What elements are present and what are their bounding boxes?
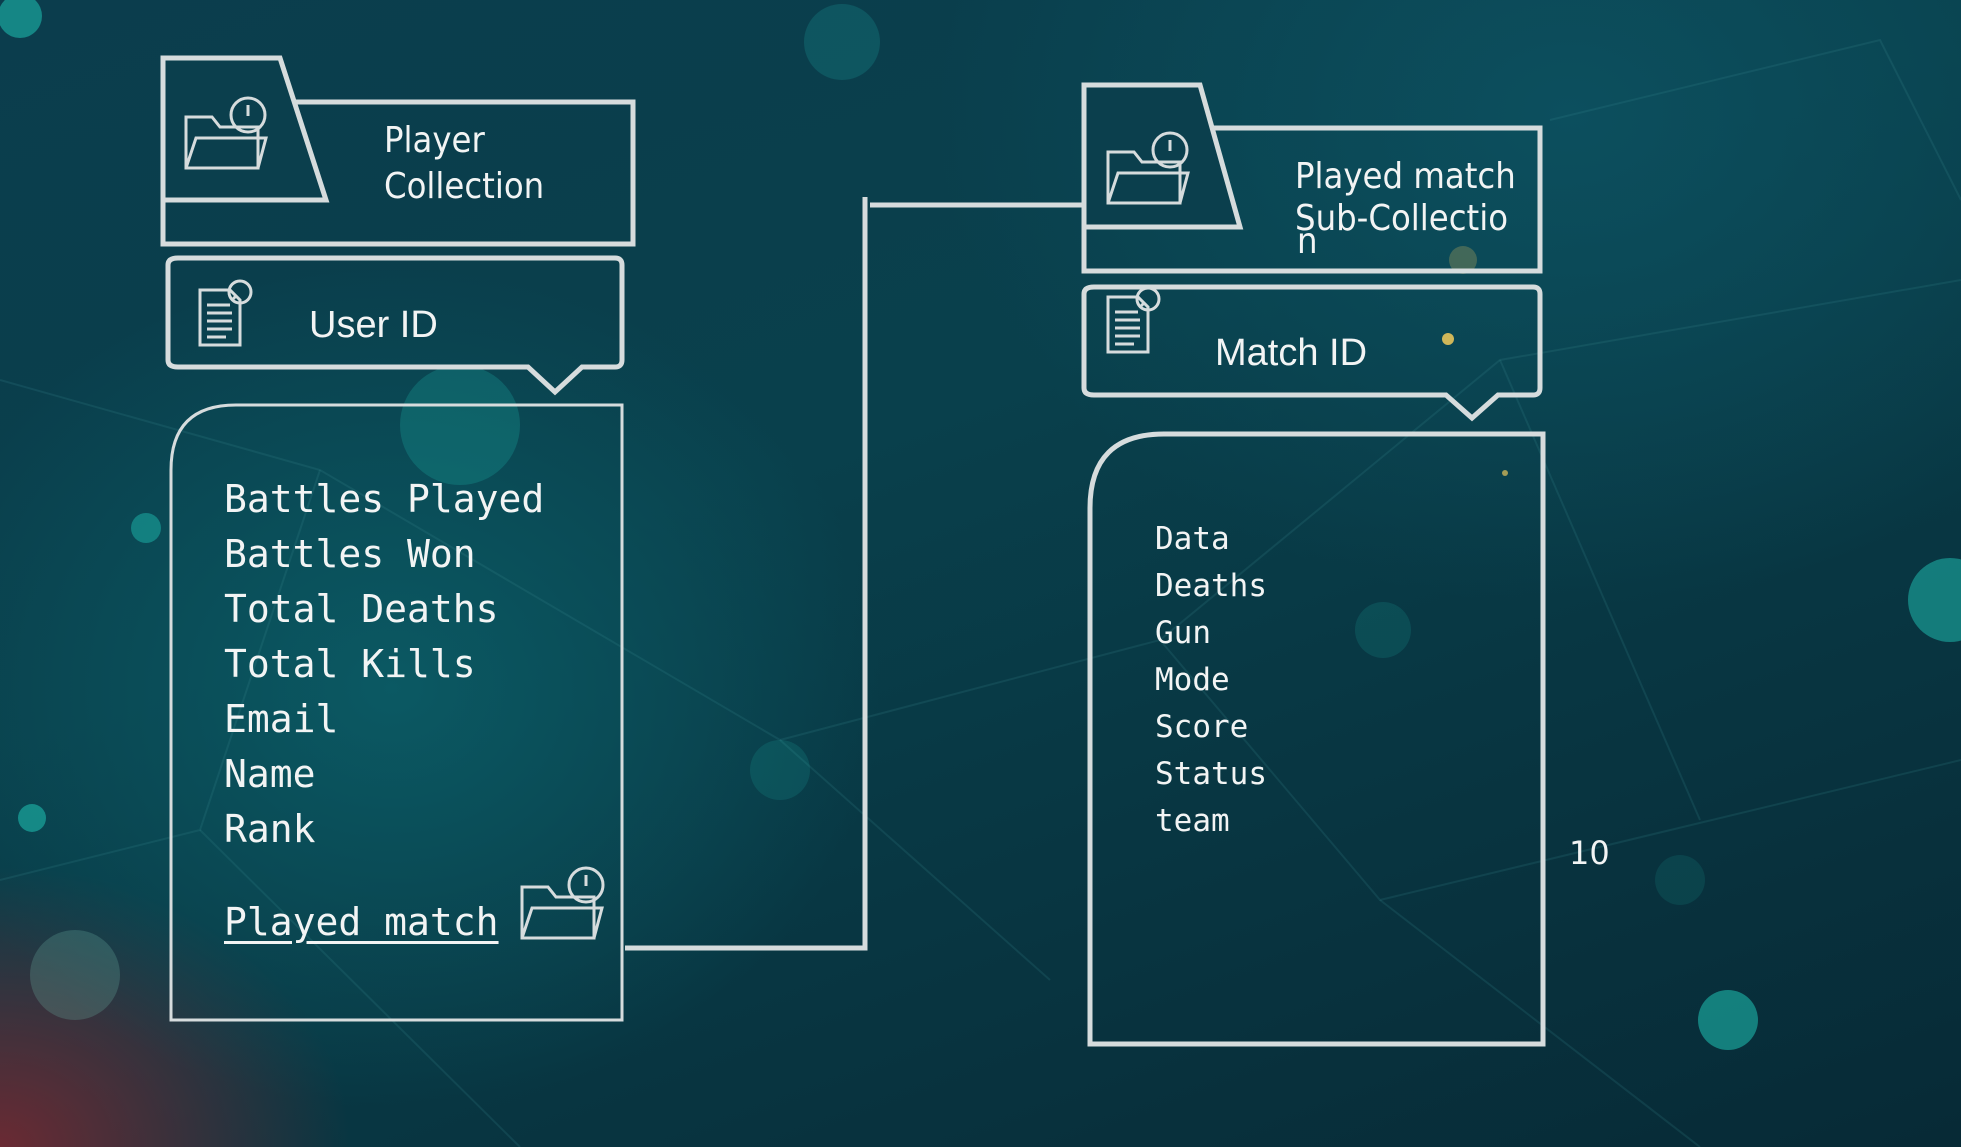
user-id-label: User ID xyxy=(309,304,438,346)
played-match-field-list: Data Deaths Gun Mode Score Status team xyxy=(1155,516,1267,845)
list-item: Gun xyxy=(1155,615,1211,651)
player-collection-title: Player Collection xyxy=(384,118,544,210)
subcollection-connector xyxy=(625,197,1082,951)
played-match-collection-title: Played match Sub-Collectio n xyxy=(1295,156,1516,260)
page-number: 10 xyxy=(1569,834,1610,872)
list-item: Battles Played xyxy=(224,477,545,521)
list-item: team xyxy=(1155,803,1230,839)
subcollection-folder-icon[interactable] xyxy=(520,866,605,940)
played-match-title-line1: Played match xyxy=(1295,156,1516,197)
played-match-title-line2: Sub-Collectio xyxy=(1295,198,1509,239)
player-field-list: Battles Played Battles Won Total Deaths … xyxy=(224,472,544,857)
list-item: Rank xyxy=(224,807,316,851)
list-item: Deaths xyxy=(1155,568,1267,604)
player-collection-title-line1: Player xyxy=(384,120,485,161)
player-collection-title-line2: Collection xyxy=(384,166,545,207)
list-item: Data xyxy=(1155,521,1230,557)
document-search-icon xyxy=(198,279,253,347)
list-item: Email xyxy=(224,697,339,741)
list-item: Score xyxy=(1155,709,1249,745)
document-search-icon xyxy=(1106,286,1161,354)
list-item: Total Kills xyxy=(224,642,476,686)
list-item: Name xyxy=(224,752,316,796)
list-item: Status xyxy=(1155,756,1267,792)
match-id-label: Match ID xyxy=(1215,332,1368,374)
list-item: Total Deaths xyxy=(224,587,499,631)
list-item: Mode xyxy=(1155,662,1230,698)
played-match-link[interactable]: Played match xyxy=(224,895,499,950)
list-item: Battles Won xyxy=(224,532,476,576)
